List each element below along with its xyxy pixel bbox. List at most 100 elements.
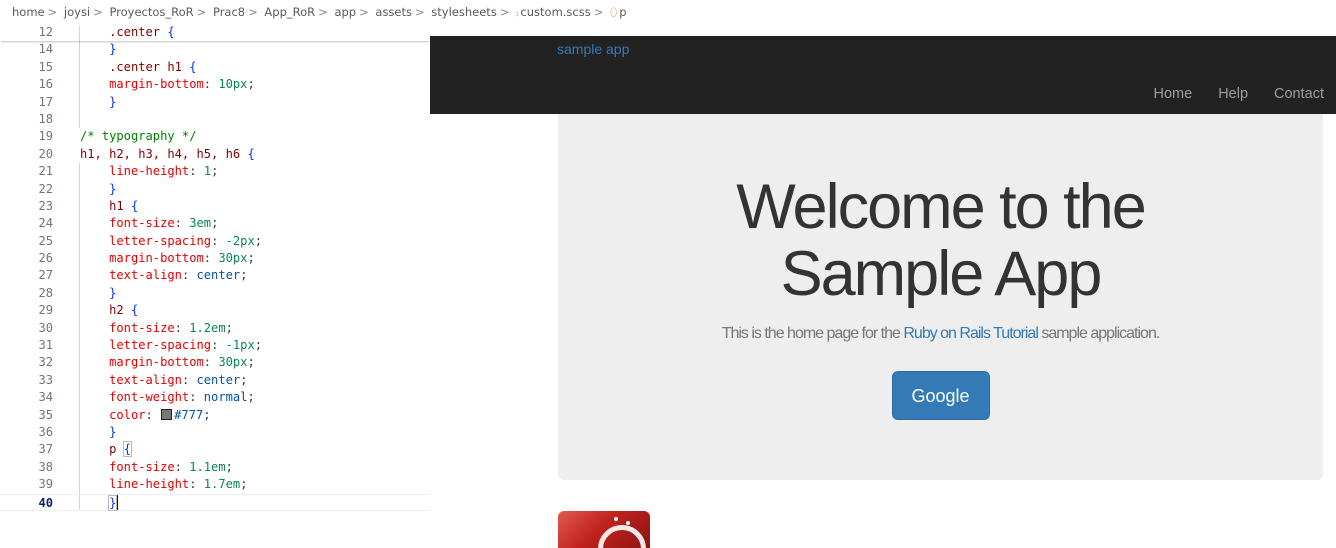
line-number: 31 bbox=[38, 338, 53, 353]
breadcrumb[interactable]: home > joysi > Proyectos_RoR > Prac8 > App_R… bbox=[0, 0, 900, 26]
hero-subtitle-text: This is the home page for the bbox=[721, 325, 904, 342]
breadcrumb-symbol[interactable]: p bbox=[619, 5, 626, 19]
symbol-icon: ⬯ bbox=[610, 5, 618, 19]
breadcrumb-separator: > bbox=[499, 5, 510, 19]
code-line[interactable]: 18 bbox=[0, 110, 430, 129]
scss-selector: h2 bbox=[109, 303, 124, 318]
scss-property: text-align bbox=[109, 268, 182, 283]
breadcrumb-separator: > bbox=[415, 5, 425, 19]
bracket-match: } bbox=[108, 494, 118, 511]
breadcrumb-separator: > bbox=[196, 5, 207, 19]
nav-help-link[interactable]: Help bbox=[1218, 86, 1248, 102]
jumbotron: Welcome to the Sample App This is the hom… bbox=[558, 114, 1323, 480]
code-line[interactable]: 33 text-align: center; bbox=[0, 371, 430, 390]
line-number: 25 bbox=[38, 233, 53, 248]
code-line[interactable]: 25 letter-spacing: -2px; bbox=[0, 232, 430, 251]
scss-selector: .center bbox=[109, 25, 161, 39]
scss-property: font-size bbox=[109, 216, 175, 231]
bracket: { bbox=[189, 59, 197, 74]
line-number: 19 bbox=[38, 129, 53, 144]
breadcrumb-item[interactable]: joysi bbox=[64, 5, 90, 19]
nav-contact-link[interactable]: Contact bbox=[1274, 86, 1324, 102]
breadcrumb-item[interactable]: Proyectos_RoR bbox=[109, 5, 193, 19]
bracket: { bbox=[130, 303, 139, 318]
scss-property: margin-bottom bbox=[109, 355, 204, 370]
rails-logo-image[interactable] bbox=[558, 511, 650, 548]
code-line[interactable]: 39 line-height: 1.7em; bbox=[0, 476, 430, 494]
code-line-sticky[interactable]: 12 .center { bbox=[0, 24, 430, 42]
code-line[interactable]: 29 h2 { bbox=[0, 302, 430, 320]
code-line-active[interactable]: 40 } bbox=[0, 493, 430, 511]
code-line[interactable]: 34 font-weight: normal; bbox=[0, 389, 430, 407]
code-line[interactable]: 15 .center h1 { bbox=[0, 58, 430, 77]
breadcrumb-separator: > bbox=[359, 5, 369, 19]
line-number: 28 bbox=[38, 285, 53, 300]
breadcrumb-item[interactable]: App_RoR bbox=[264, 5, 315, 19]
code-line[interactable]: 21 line-height: 1; bbox=[0, 163, 430, 181]
hero-subtitle: This is the home page for the Ruby on Ra… bbox=[558, 325, 1323, 343]
code-line[interactable]: 30 font-size: 1.2em; bbox=[0, 319, 430, 338]
code-editor[interactable]: 12 .center { 14 } 15 .center h1 { 16 mar… bbox=[0, 0, 430, 548]
line-number: 39 bbox=[38, 477, 53, 492]
scss-property: font-size bbox=[109, 459, 175, 474]
code-line[interactable]: 36 } bbox=[0, 423, 430, 442]
browser-preview: sample app Home Help Contact Welcome to … bbox=[430, 26, 1336, 548]
breadcrumb-item[interactable]: Prac8 bbox=[213, 5, 245, 19]
nav-home-link[interactable]: Home bbox=[1154, 86, 1193, 102]
scss-property: margin-bottom bbox=[109, 251, 204, 266]
code-area[interactable]: 12 .center { 14 } 15 .center h1 { 16 mar… bbox=[0, 24, 430, 511]
nav-links: Home Help Contact bbox=[1154, 86, 1336, 102]
code-line[interactable]: 37 p { bbox=[0, 441, 430, 459]
code-line[interactable]: 24 font-size: 3em; bbox=[0, 215, 430, 233]
line-number: 27 bbox=[38, 268, 53, 283]
code-line[interactable]: 19 /* typography */ bbox=[0, 128, 430, 145]
code-line[interactable]: 35 color: #777; bbox=[0, 406, 430, 424]
scss-value: center bbox=[196, 268, 241, 283]
sass-file-icon: ⨾ bbox=[516, 5, 519, 19]
scss-property: text-align bbox=[109, 372, 182, 387]
breadcrumb-item[interactable]: stylesheets bbox=[431, 5, 497, 19]
hero-title-line: Welcome to the bbox=[736, 172, 1147, 242]
scss-property: font-size bbox=[109, 320, 175, 335]
line-number: 22 bbox=[38, 181, 53, 196]
breadcrumb-item[interactable]: app bbox=[334, 5, 356, 19]
line-number: 21 bbox=[38, 164, 53, 179]
scss-value: 1.1em bbox=[189, 459, 226, 474]
scss-value: #777 bbox=[174, 407, 204, 422]
code-line[interactable]: 17 } bbox=[0, 93, 430, 111]
breadcrumb-item[interactable]: assets bbox=[375, 5, 412, 19]
scss-value: 10px bbox=[218, 77, 248, 92]
code-line[interactable]: 27 text-align: center; bbox=[0, 267, 430, 285]
code-line[interactable]: 23 h1 { bbox=[0, 197, 430, 216]
scss-selector: h1, h2, h3, h4, h5, h6 bbox=[80, 146, 241, 161]
code-line[interactable]: 32 margin-bottom: 30px; bbox=[0, 354, 430, 372]
breadcrumb-file[interactable]: custom.scss bbox=[520, 5, 590, 19]
breadcrumb-separator: > bbox=[248, 5, 258, 19]
line-number: 23 bbox=[38, 198, 53, 213]
logo-link[interactable]: sample app bbox=[557, 41, 629, 57]
breadcrumb-item[interactable]: home bbox=[12, 5, 45, 19]
google-button[interactable]: Google bbox=[891, 371, 990, 420]
line-number: 29 bbox=[38, 303, 53, 318]
breadcrumb-separator: > bbox=[93, 5, 103, 19]
code-line[interactable]: 26 margin-bottom: 30px; bbox=[0, 250, 430, 268]
scss-value: 30px bbox=[218, 251, 248, 266]
rails-tutorial-link[interactable]: Ruby on Rails Tutorial bbox=[903, 325, 1039, 342]
code-line[interactable]: 31 letter-spacing: -1px; bbox=[0, 337, 430, 355]
code-line[interactable]: 38 font-size: 1.1em; bbox=[0, 458, 430, 477]
color-swatch-icon[interactable] bbox=[161, 408, 173, 420]
line-number: 20 bbox=[38, 146, 53, 161]
code-line[interactable]: 16 margin-bottom: 10px; bbox=[0, 76, 430, 94]
code-line[interactable]: 28 } bbox=[0, 284, 430, 303]
code-line[interactable]: 20 h1, h2, h3, h4, h5, h6 { bbox=[0, 146, 430, 163]
line-number: 38 bbox=[38, 459, 53, 474]
scss-property: font-weight bbox=[109, 390, 190, 405]
bracket: } bbox=[109, 285, 117, 300]
line-number: 14 bbox=[38, 42, 53, 57]
code-line[interactable]: 14 } bbox=[0, 41, 430, 59]
line-number: 37 bbox=[38, 442, 53, 457]
scss-value: 1.7em bbox=[203, 477, 241, 492]
code-line[interactable]: 22 } bbox=[0, 180, 430, 198]
hero-subtitle-text: sample application. bbox=[1037, 325, 1160, 342]
line-number: 34 bbox=[38, 390, 53, 405]
